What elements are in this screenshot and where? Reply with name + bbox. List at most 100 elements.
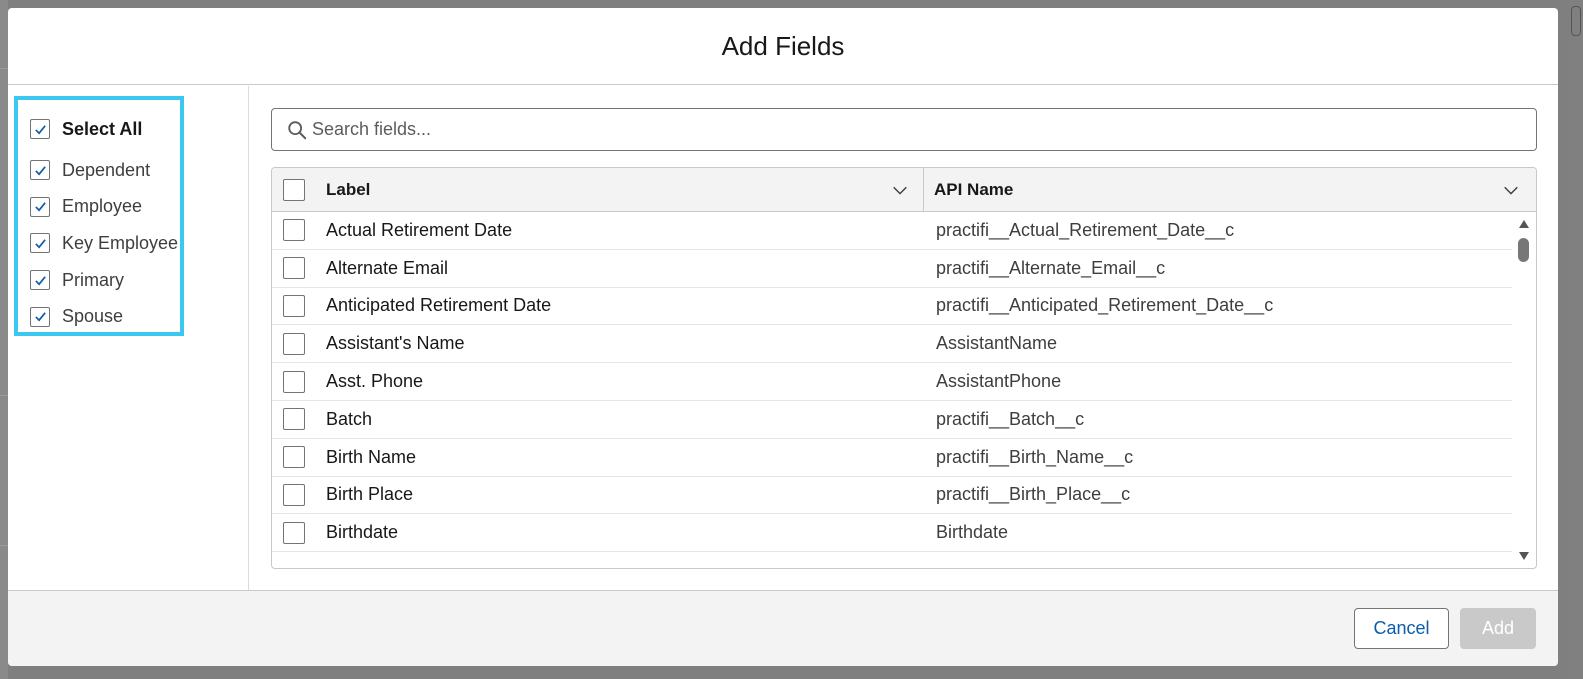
row-checkbox-cell bbox=[272, 408, 316, 431]
row-api-name: practifi__Anticipated_Retirement_Date__c bbox=[936, 295, 1274, 316]
backdrop-divider bbox=[0, 545, 8, 546]
row-label: Anticipated Retirement Date bbox=[326, 295, 552, 316]
row-label: Alternate Email bbox=[326, 257, 449, 278]
row-api-name: Birthdate bbox=[936, 522, 1009, 543]
modal-footer: Cancel Add bbox=[8, 590, 1558, 666]
row-checkbox-cell bbox=[272, 446, 316, 469]
add-button[interactable]: Add bbox=[1460, 608, 1536, 649]
column-header-api-name-text: API Name bbox=[934, 179, 1014, 199]
row-label: Assistant's Name bbox=[326, 333, 465, 354]
table-row[interactable]: Birth Place practifi__Birth_Place__c bbox=[272, 477, 1512, 515]
table-row[interactable]: Anticipated Retirement Date practifi__Ant… bbox=[272, 288, 1512, 326]
row-api-name: practifi__Birth_Place__c bbox=[936, 484, 1131, 505]
row-label: Birth Name bbox=[326, 446, 417, 467]
checkmark-icon bbox=[34, 275, 46, 286]
checkmark-icon bbox=[34, 202, 46, 212]
checkmark-icon bbox=[34, 124, 46, 134]
filter-checkbox-row[interactable]: Primary bbox=[30, 262, 180, 299]
backdrop-nub bbox=[1571, 6, 1581, 36]
filter-checkbox[interactable] bbox=[30, 160, 50, 181]
row-checkbox-cell bbox=[272, 483, 316, 506]
record-type-filter: Select All Dependent Employee Key Employee… bbox=[14, 96, 184, 336]
table-row[interactable]: Alternate Email practifi__Alternate_Email… bbox=[272, 250, 1512, 288]
table-row[interactable]: Actual Retirement Date practifi__Actual_R… bbox=[272, 212, 1512, 250]
select-all-rows-checkbox[interactable] bbox=[283, 178, 305, 201]
chevron-down-icon[interactable] bbox=[1502, 181, 1520, 199]
row-checkbox[interactable] bbox=[283, 483, 305, 506]
column-header-label[interactable]: Label bbox=[316, 168, 924, 212]
select-all-checkbox-row[interactable]: Select All bbox=[30, 110, 180, 148]
column-header-api-name[interactable]: API Name bbox=[924, 168, 1534, 212]
row-checkbox[interactable] bbox=[283, 521, 305, 544]
row-api-name: AssistantName bbox=[936, 333, 1058, 354]
table-row[interactable]: Birthdate Birthdate bbox=[272, 514, 1512, 553]
fields-pane: Label API Name Actual Retirement Date pra… bbox=[249, 86, 1558, 590]
table-body: Actual Retirement Date practifi__Actual_R… bbox=[272, 212, 1536, 568]
filter-checkbox-row[interactable]: Spouse bbox=[30, 298, 180, 335]
header-checkbox-cell bbox=[272, 178, 316, 201]
row-label: Birth Place bbox=[326, 484, 414, 505]
row-api-name: AssistantPhone bbox=[936, 371, 1062, 392]
table-row[interactable]: Asst. Phone AssistantPhone bbox=[272, 363, 1512, 401]
checkmark-icon bbox=[34, 166, 46, 176]
filter-pane: Select All Dependent Employee Key Employee… bbox=[8, 86, 249, 590]
filter-label: Employee bbox=[62, 196, 143, 217]
filter-checkbox-row[interactable]: Employee bbox=[30, 189, 180, 226]
filter-checkbox-row[interactable]: Key Employee bbox=[30, 225, 180, 262]
search-icon bbox=[288, 120, 307, 139]
column-header-label-text: Label bbox=[326, 179, 371, 199]
row-checkbox-cell bbox=[272, 332, 316, 355]
table-row[interactable]: Birth Name practifi__Birth_Name__c bbox=[272, 439, 1512, 477]
row-checkbox[interactable] bbox=[283, 370, 305, 393]
select-all-checkbox[interactable] bbox=[30, 119, 50, 139]
row-label: Asst. Phone bbox=[326, 371, 424, 392]
chevron-down-icon[interactable] bbox=[891, 181, 909, 199]
add-fields-modal: Add Fields Select All Dependent Employee K… bbox=[8, 8, 1558, 666]
row-api-name: practifi__Birth_Name__c bbox=[936, 446, 1134, 467]
select-all-label: Select All bbox=[62, 118, 143, 139]
table-header: Label API Name bbox=[272, 168, 1536, 212]
fields-table: Label API Name Actual Retirement Date pra… bbox=[271, 167, 1537, 569]
row-checkbox[interactable] bbox=[283, 219, 305, 242]
search-input[interactable] bbox=[312, 119, 1536, 140]
filter-checkbox[interactable] bbox=[30, 270, 50, 291]
filter-checkbox[interactable] bbox=[30, 306, 50, 327]
row-api-name: practifi__Alternate_Email__c bbox=[936, 257, 1166, 278]
row-checkbox[interactable] bbox=[283, 446, 305, 469]
filter-checkbox[interactable] bbox=[30, 196, 50, 217]
scroll-thumb[interactable] bbox=[1518, 238, 1529, 262]
row-checkbox-cell bbox=[272, 257, 316, 280]
checkmark-icon bbox=[34, 312, 46, 322]
row-label: Birthdate bbox=[326, 522, 399, 543]
table-row[interactable]: Batch practifi__Batch__c bbox=[272, 401, 1512, 439]
row-checkbox-cell bbox=[272, 294, 316, 317]
filter-checkbox-row[interactable]: Dependent bbox=[30, 152, 180, 189]
backdrop-edge bbox=[0, 0, 8, 679]
row-checkbox-cell bbox=[272, 370, 316, 393]
checkmark-icon bbox=[34, 239, 46, 249]
scroll-up-arrow-icon[interactable] bbox=[1519, 220, 1529, 228]
row-checkbox[interactable] bbox=[283, 408, 305, 431]
table-scrollbar[interactable] bbox=[1516, 220, 1532, 560]
cancel-button[interactable]: Cancel bbox=[1354, 608, 1449, 649]
row-label: Batch bbox=[326, 408, 373, 429]
row-api-name: practifi__Batch__c bbox=[936, 408, 1085, 429]
row-checkbox-cell bbox=[272, 521, 316, 544]
filter-label: Dependent bbox=[62, 159, 151, 180]
row-checkbox[interactable] bbox=[283, 257, 305, 280]
row-label: Actual Retirement Date bbox=[326, 219, 513, 240]
row-checkbox[interactable] bbox=[283, 294, 305, 317]
backdrop-divider bbox=[0, 395, 8, 396]
modal-body: Select All Dependent Employee Key Employee… bbox=[8, 86, 1558, 590]
row-checkbox-cell bbox=[272, 219, 316, 242]
backdrop-right-edge bbox=[1569, 0, 1583, 679]
modal-title: Add Fields bbox=[721, 30, 845, 61]
filter-label: Key Employee bbox=[62, 232, 179, 253]
filter-checkbox[interactable] bbox=[30, 233, 50, 254]
search-box[interactable] bbox=[271, 108, 1537, 151]
scroll-down-arrow-icon[interactable] bbox=[1519, 552, 1529, 560]
row-checkbox[interactable] bbox=[283, 332, 305, 355]
row-api-name: practifi__Actual_Retirement_Date__c bbox=[936, 219, 1235, 240]
backdrop-divider bbox=[0, 68, 8, 69]
table-row[interactable]: Assistant's Name AssistantName bbox=[272, 325, 1512, 364]
